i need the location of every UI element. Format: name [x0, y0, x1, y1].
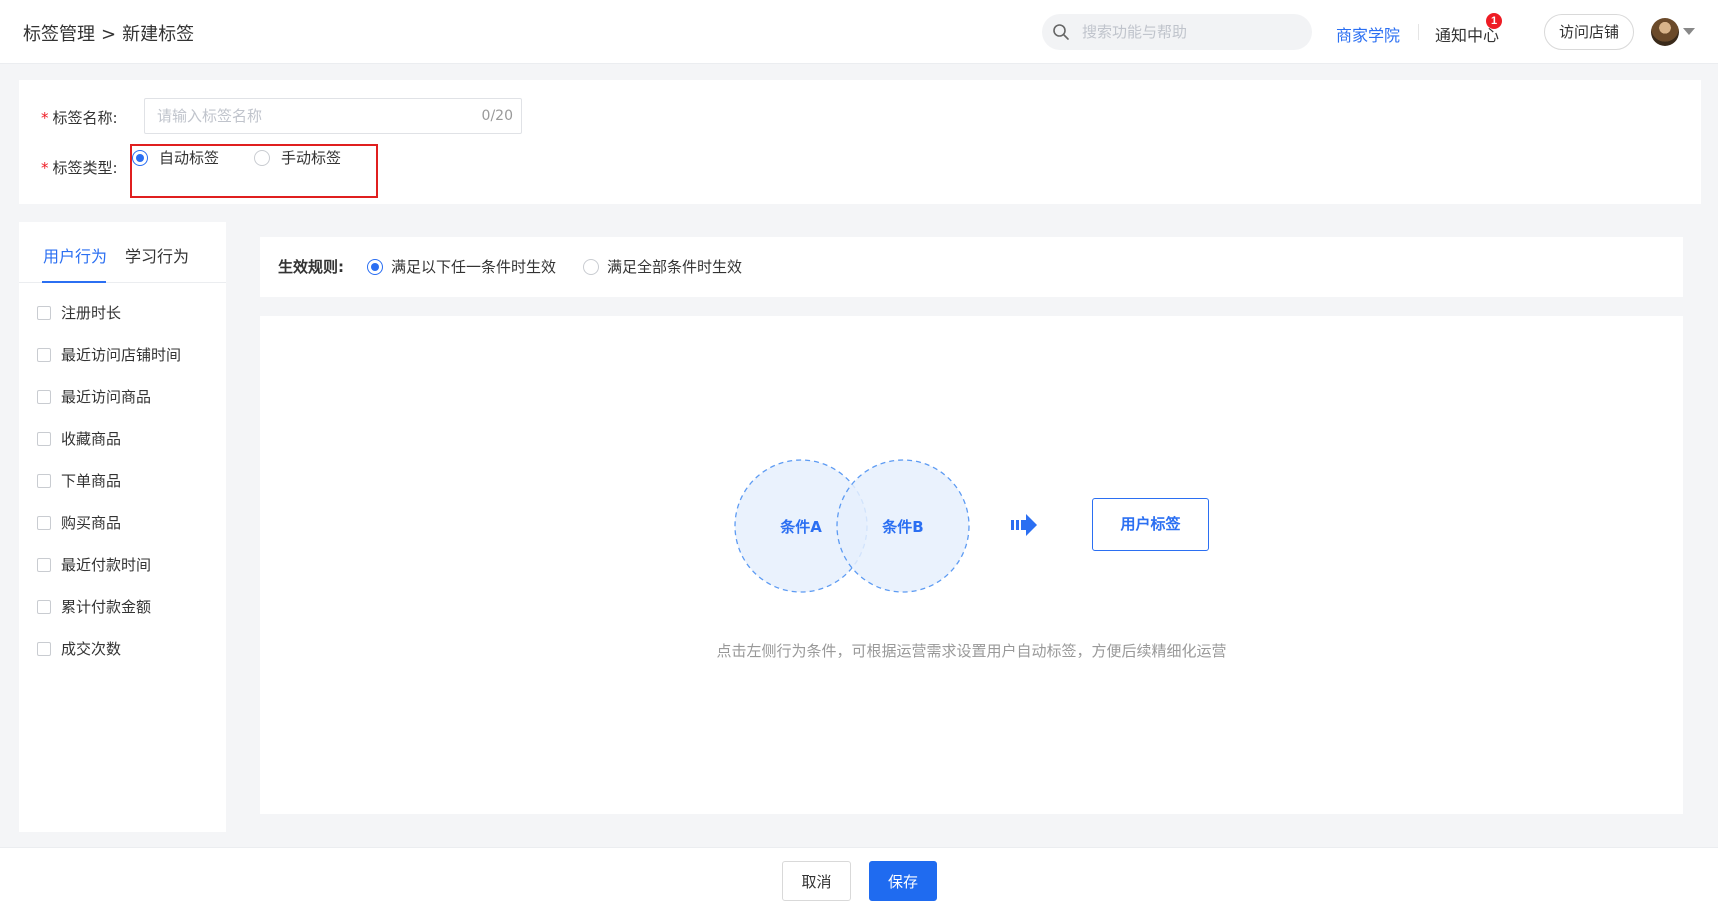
rule-any-radio[interactable] [367, 259, 383, 275]
tag-name-counter: 0/20 [481, 108, 513, 124]
condition-checkbox[interactable] [37, 600, 51, 614]
condition-venn-diagram: 条件A 条件B [734, 459, 1037, 593]
action-footer: 取消 保存 [0, 847, 1718, 910]
search-input[interactable] [1082, 14, 1302, 50]
tag-name-label: * 标签名称: [41, 109, 118, 127]
merchant-academy-link[interactable]: 商家学院 [1336, 22, 1400, 46]
tag-type-label: * 标签类型: [41, 159, 118, 177]
condition-checkbox[interactable] [37, 516, 51, 530]
manual-tag-radio[interactable] [254, 150, 270, 166]
condition-checkbox[interactable] [37, 474, 51, 488]
top-header: 标签管理>新建标签 商家学院 通知中心 1 访问店铺 [0, 0, 1718, 64]
rule-any-label[interactable]: 满足以下任一条件时生效 [391, 256, 556, 277]
condition-b-label: 条件B [881, 518, 923, 536]
search-icon [1052, 23, 1070, 45]
save-button[interactable]: 保存 [869, 861, 937, 901]
auto-tag-radio[interactable] [132, 150, 148, 166]
rule-all-radio[interactable] [583, 259, 599, 275]
tag-basic-info-card: *标签名称: 0/20 *标签类型: 自动标签 手动标签 [19, 80, 1701, 204]
manual-tag-label[interactable]: 手动标签 [281, 147, 341, 168]
breadcrumb-separator: > [101, 24, 117, 45]
breadcrumb-current: 新建标签 [122, 24, 195, 45]
condition-checkbox[interactable] [37, 432, 51, 446]
rule-all-label[interactable]: 满足全部条件时生效 [607, 256, 742, 277]
condition-checkbox[interactable] [37, 348, 51, 362]
condition-a-label: 条件A [779, 518, 822, 536]
tag-name-field[interactable]: 0/20 [144, 98, 522, 134]
chevron-down-icon[interactable] [1683, 28, 1695, 35]
canvas-hint-text: 点击左侧行为条件，可根据运营需求设置用户自动标签，方便后续精细化运营 [716, 642, 1227, 660]
required-asterisk: * [41, 109, 49, 127]
user-tag-target-box: 用户标签 [1092, 498, 1209, 551]
search-box[interactable] [1042, 14, 1312, 50]
auto-tag-label[interactable]: 自动标签 [159, 147, 219, 168]
user-avatar[interactable] [1651, 18, 1679, 46]
breadcrumb-parent[interactable]: 标签管理 [23, 24, 95, 45]
tab-user-behavior[interactable]: 用户行为 [43, 243, 107, 267]
arrow-right-icon [1011, 514, 1037, 536]
condition-panel: 用户行为 学习行为 注册时长 最近访问店铺时间 最近访问商品 收藏商品 下单商品… [19, 222, 226, 832]
effect-rule-bar: 生效规则: 满足以下任一条件时生效 满足全部条件时生效 [260, 237, 1683, 297]
visit-store-button[interactable]: 访问店铺 [1544, 14, 1634, 50]
effect-rule-title: 生效规则: [278, 258, 344, 276]
condition-checkbox[interactable] [37, 306, 51, 320]
required-asterisk: * [41, 159, 49, 177]
tag-name-input[interactable] [157, 99, 457, 133]
rule-canvas: 条件A 条件B 用户标签 点击左侧行为条件，可根据运营需求设置用户自动标签，方便… [260, 316, 1683, 814]
condition-checkbox[interactable] [37, 642, 51, 656]
cancel-button[interactable]: 取消 [782, 861, 851, 901]
active-tab-indicator [42, 281, 106, 283]
header-divider [1418, 24, 1419, 40]
tab-learning-behavior[interactable]: 学习行为 [125, 243, 189, 267]
breadcrumb: 标签管理 > 新建标签 [23, 20, 194, 46]
condition-checkbox[interactable] [37, 558, 51, 572]
condition-checkbox[interactable] [37, 390, 51, 404]
notification-count-badge: 1 [1486, 13, 1502, 29]
